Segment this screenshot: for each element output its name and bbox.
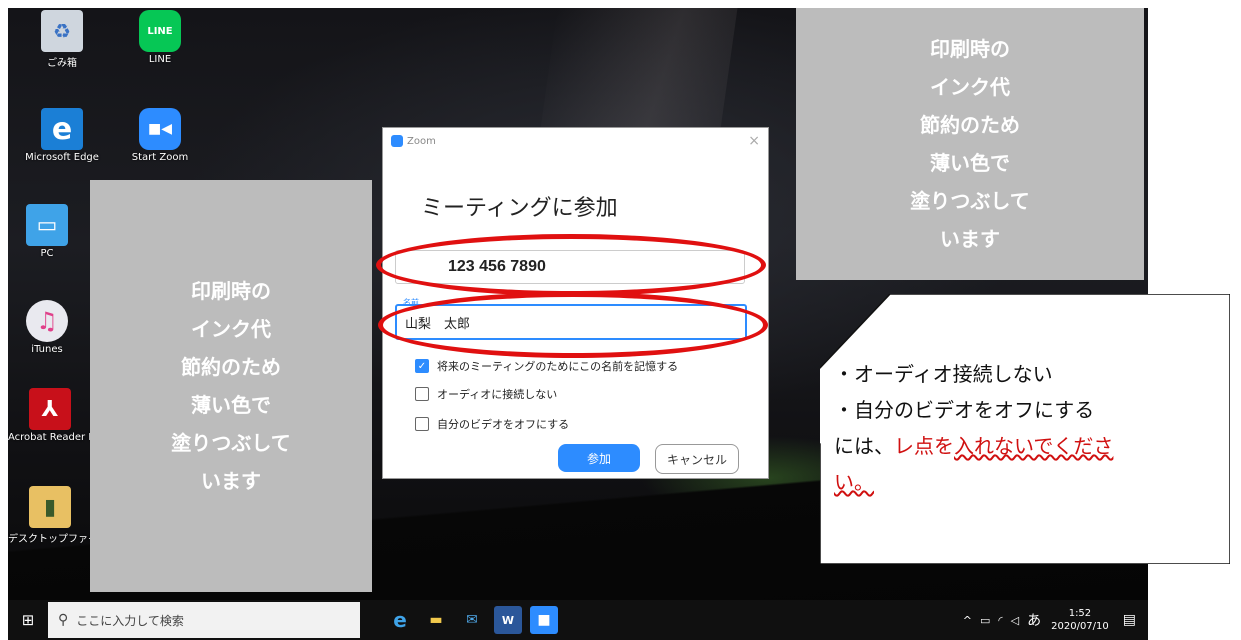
note-line: 塗りつぶして [171,431,291,455]
callout-line: い。 [834,470,874,494]
cancel-button[interactable]: キャンセル [655,444,739,474]
highlight-ring-meeting-id [376,234,766,296]
note-line: 薄い色で [190,393,271,417]
windows-icon: ⊞ [21,611,35,629]
computer-icon: ▭ [26,204,68,246]
folder-icon: ▮ [29,486,71,528]
icon-label: LINE [148,54,172,65]
note-line: 節約のため [180,355,281,379]
system-tray: ^ ▭ ◜ ◁ あ 1:52 2020/07/10 ▤ [963,600,1148,640]
note-line: 節約のため [919,113,1020,137]
dialog-title: ミーティングに参加 [421,196,618,221]
icon-label: Microsoft Edge [25,152,99,163]
icon-label: PC [40,248,54,259]
taskbar-mail-icon[interactable]: ✉ [458,606,486,634]
note-line: 薄い色で [929,151,1010,175]
search-icon: ⚲ [58,612,69,628]
join-button[interactable]: 参加 [558,444,640,472]
icon-label: iTunes [31,344,63,355]
checkbox-checked-icon: ✓ [415,359,429,373]
desktop-icon-recycle-bin[interactable]: ♻ ごみ箱 [20,10,104,69]
icon-label: ごみ箱 [47,58,77,69]
taskbar: ⊞ ⚲ ここに入力して検索 e ▬ ✉ W ■ ^ ▭ ◜ ◁ あ 1:52 2… [8,600,1148,640]
desktop-icon-pc[interactable]: ▭ PC [12,204,82,259]
ink-saving-note-left: 印刷時の インク代 節約のため 薄い色で 塗りつぶして います [90,180,372,592]
recycle-bin-icon: ♻ [41,10,83,52]
volume-icon[interactable]: ◁ [1011,614,1019,627]
callout-text-red: レ点を [894,434,954,458]
note-line: います [200,469,261,493]
annotation-callout: ・オーディオ接続しない ・自分のビデオをオフにする には、レ点を入れないでくださ… [820,294,1230,564]
zoom-icon: ■◀ [139,108,181,150]
battery-icon[interactable]: ▭ [980,614,990,627]
icon-label: Start Zoom [131,152,189,163]
desktop-icon-itunes[interactable]: ♫ iTunes [12,300,82,355]
note-line: インク代 [929,75,1010,99]
line-icon: LINE [139,10,181,52]
notifications-icon[interactable]: ▤ [1123,612,1136,628]
app-name: Zoom [407,135,436,147]
wifi-icon[interactable]: ◜ [998,614,1002,627]
no-audio-checkbox[interactable]: オーディオに接続しない [415,386,557,402]
video-off-checkbox[interactable]: 自分のビデオをオフにする [415,416,569,432]
ink-saving-note-right: 印刷時の インク代 節約のため 薄い色で 塗りつぶして います [796,8,1144,280]
note-line: います [939,227,1000,251]
search-box[interactable]: ⚲ ここに入力して検索 [48,602,360,638]
zoom-logo-icon [391,135,403,147]
start-button[interactable]: ⊞ [8,600,48,640]
note-line: インク代 [190,317,271,341]
icon-label: デスクトップファイル [8,534,108,545]
taskbar-edge-icon[interactable]: e [386,606,414,634]
itunes-icon: ♫ [26,300,68,342]
note-line: 塗りつぶして [910,189,1030,213]
taskbar-explorer-icon[interactable]: ▬ [422,606,450,634]
edge-icon: e [41,108,83,150]
checkbox-label: 自分のビデオをオフにする [437,418,570,431]
checkbox-label: オーディオに接続しない [437,388,558,401]
desktop-icon-desktop-folder[interactable]: ▮ デスクトップファイル [8,486,108,545]
dialog-titlebar: Zoom × [383,128,768,154]
callout-text: ・オーディオ接続しない ・自分のビデオをオフにする には、レ点を入れないでくださ… [834,356,1113,500]
taskbar-zoom-icon[interactable]: ■ [530,606,558,634]
note-line: 印刷時の [929,37,1010,61]
note-line: 印刷時の [190,279,271,303]
tray-overflow-icon[interactable]: ^ [963,614,972,627]
checkbox-label: 将来のミーティングのためにこの名前を記憶する [437,360,679,373]
callout-text-prefix: には、 [834,434,894,458]
clock-date: 2020/07/10 [1051,621,1109,632]
desktop-icon-line[interactable]: LINE LINE [118,10,202,65]
clock-time: 1:52 [1068,608,1092,619]
desktop-icon-edge[interactable]: e Microsoft Edge [20,108,104,163]
callout-line: ・自分のビデオをオフにする [834,398,1095,422]
highlight-ring-name [378,292,768,358]
remember-name-checkbox[interactable]: ✓ 将来のミーティングのためにこの名前を記憶する [415,358,678,374]
icon-label: Acrobat Reader DC [8,432,103,443]
search-placeholder: ここに入力して検索 [76,613,184,628]
close-icon[interactable]: × [748,133,760,149]
checkbox-unchecked-icon [415,417,429,431]
callout-line: には、レ点を入れないでくださ [834,428,1113,464]
clock[interactable]: 1:52 2020/07/10 [1051,607,1109,633]
acrobat-icon: ⅄ [29,388,71,430]
taskbar-word-icon[interactable]: W [494,606,522,634]
callout-line: ・オーディオ接続しない [834,362,1053,386]
callout-text-wavy: 入れないでくださ [954,434,1114,458]
desktop-icon-acrobat[interactable]: ⅄ Acrobat Reader DC [8,388,103,443]
ime-indicator[interactable]: あ [1027,610,1041,630]
checkbox-unchecked-icon [415,387,429,401]
desktop-icon-start-zoom[interactable]: ■◀ Start Zoom [118,108,202,163]
